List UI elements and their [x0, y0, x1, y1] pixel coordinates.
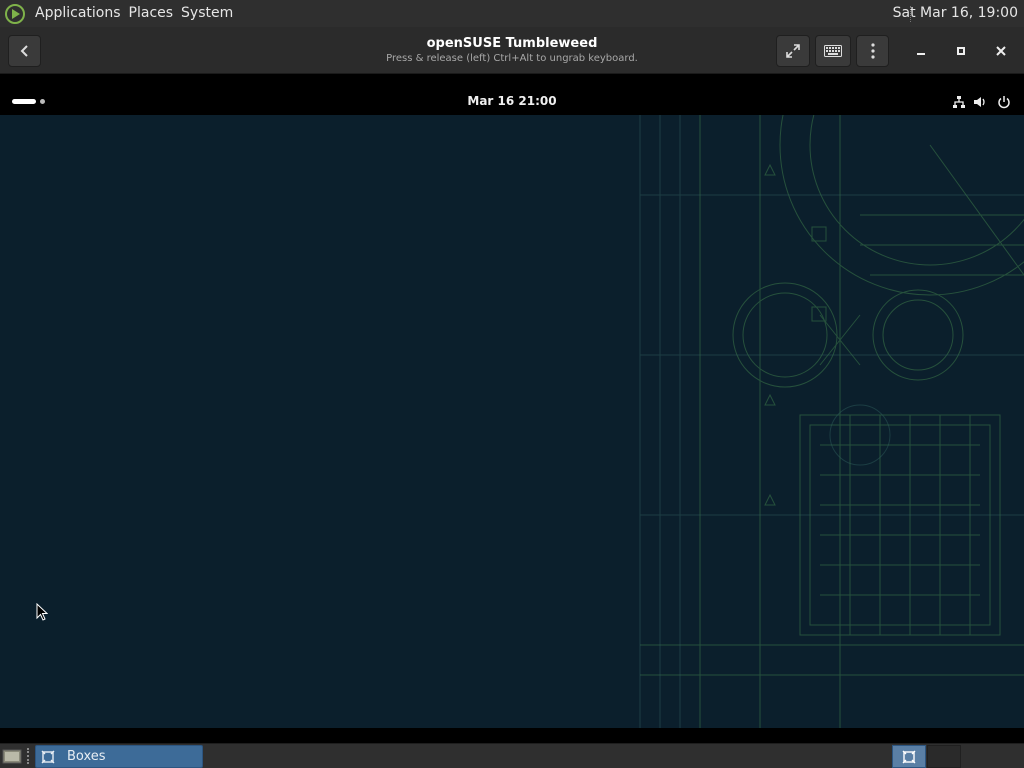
- mouse-pointer-icon: [36, 603, 48, 621]
- workspace-1[interactable]: [892, 745, 926, 768]
- taskbar-grip[interactable]: [27, 748, 31, 764]
- boxes-app-icon: [41, 750, 55, 763]
- taskbar-item-label: Boxes: [67, 749, 106, 764]
- blueprint-wallpaper-art: [0, 115, 1024, 728]
- keyboard-icon: [824, 45, 842, 57]
- gnome-foot-logo-icon[interactable]: [4, 3, 26, 25]
- maximize-icon: [957, 47, 965, 55]
- boxes-app-icon: [902, 750, 916, 763]
- guest-clock[interactable]: Mar 16 21:00: [412, 88, 612, 115]
- vm-subtitle: Press & release (left) Ctrl+Alt to ungra…: [386, 53, 638, 64]
- panel-clock[interactable]: Sat Mar 16, 19:00: [893, 0, 1018, 27]
- guest-top-bar: Mar 16 21:00: [0, 88, 1024, 115]
- fullscreen-icon: [786, 44, 800, 58]
- vm-display[interactable]: Mar 16 21:00: [0, 88, 1024, 728]
- workspace-dot: [40, 99, 45, 104]
- network-icon[interactable]: [952, 95, 966, 109]
- minimize-button[interactable]: [905, 35, 937, 67]
- vm-title: openSUSE Tumbleweed: [426, 36, 598, 51]
- back-button[interactable]: [8, 35, 41, 67]
- bottom-taskbar: Boxes: [0, 743, 1024, 768]
- volume-icon[interactable]: [973, 95, 987, 109]
- menu-system[interactable]: System: [177, 0, 237, 27]
- activities-indicator[interactable]: [12, 99, 36, 104]
- show-desktop-icon[interactable]: [2, 747, 22, 765]
- top-panel: Applications Places System Sat Mar 16, 1…: [0, 0, 1024, 27]
- close-icon: [996, 46, 1006, 56]
- menu-applications[interactable]: Applications: [31, 0, 125, 27]
- guest-desktop[interactable]: [0, 115, 1024, 728]
- menu-icon: [870, 43, 875, 59]
- minimize-icon: [917, 53, 925, 55]
- back-icon: [20, 45, 28, 57]
- menu-places[interactable]: Places: [125, 0, 178, 27]
- maximize-button[interactable]: [945, 35, 977, 67]
- close-button[interactable]: [985, 35, 1017, 67]
- menu-button[interactable]: [856, 35, 889, 67]
- keyboard-button[interactable]: [815, 35, 851, 67]
- taskbar-item-boxes[interactable]: Boxes: [35, 745, 203, 768]
- fullscreen-button[interactable]: [776, 35, 810, 67]
- workspace-2[interactable]: [927, 745, 961, 768]
- power-icon[interactable]: [997, 95, 1011, 109]
- header-bar: openSUSE Tumbleweed Press & release (lef…: [0, 27, 1024, 74]
